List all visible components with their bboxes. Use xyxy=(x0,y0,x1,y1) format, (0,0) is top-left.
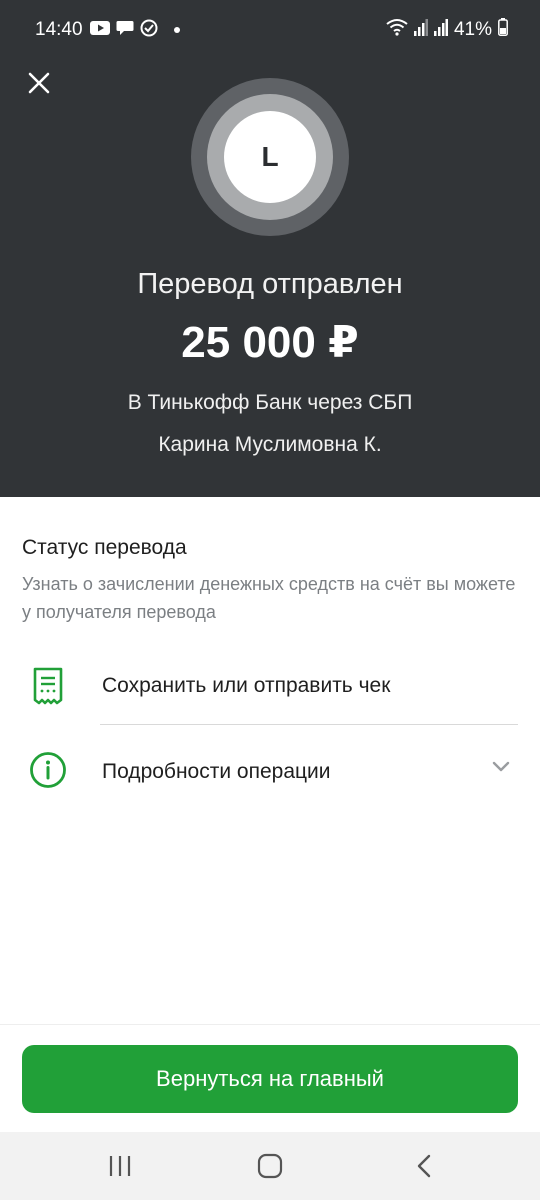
transfer-bank: В Тинькофф Банк через СБП xyxy=(127,391,413,414)
status-bar: 14:40 41% xyxy=(0,0,540,44)
signal-icon xyxy=(413,18,428,42)
bottom-divider xyxy=(0,1024,540,1025)
chevron-down-icon[interactable] xyxy=(489,755,513,779)
system-icons: 41% xyxy=(386,18,508,42)
battery-icon xyxy=(498,18,508,42)
check-circle-icon xyxy=(140,19,158,42)
back-icon[interactable] xyxy=(404,1150,444,1182)
battery-level: 41% xyxy=(453,19,492,40)
notification-icons xyxy=(90,19,180,42)
status-description: Узнать о зачислении денежных средств на … xyxy=(22,574,516,622)
dot-icon xyxy=(174,27,180,33)
close-icon xyxy=(28,72,50,94)
recent-apps-icon[interactable] xyxy=(100,1150,140,1182)
avatar-letter: L xyxy=(261,141,279,172)
save-receipt-label: Сохранить или отправить чек xyxy=(102,674,391,697)
save-receipt-row[interactable]: Сохранить или отправить чек xyxy=(0,644,540,728)
recipient-avatar: L xyxy=(224,111,316,203)
transfer-title: Перевод отправлен xyxy=(137,268,403,300)
signal-icon xyxy=(433,18,448,42)
chat-icon xyxy=(116,20,134,41)
operation-details-row[interactable]: Подробности операции xyxy=(0,728,540,812)
youtube-icon xyxy=(90,20,110,40)
status-title: Статус перевода xyxy=(22,536,187,559)
return-home-button[interactable]: Вернуться на главный xyxy=(22,1045,518,1113)
operation-details-label: Подробности операции xyxy=(102,760,331,783)
close-button[interactable] xyxy=(22,66,56,100)
divider xyxy=(100,724,518,725)
transfer-header: L Перевод отправлен 25 000 ₽ В Тинькофф … xyxy=(0,44,540,497)
info-icon xyxy=(28,750,68,790)
receipt-icon xyxy=(28,666,68,706)
recipient-name: Карина Муслимовна К. xyxy=(158,433,382,456)
home-icon[interactable] xyxy=(250,1150,290,1182)
transfer-amount: 25 000 ₽ xyxy=(181,318,359,367)
status-time: 14:40 xyxy=(35,19,83,40)
system-nav-bar xyxy=(0,1132,540,1200)
wifi-icon xyxy=(386,18,408,42)
